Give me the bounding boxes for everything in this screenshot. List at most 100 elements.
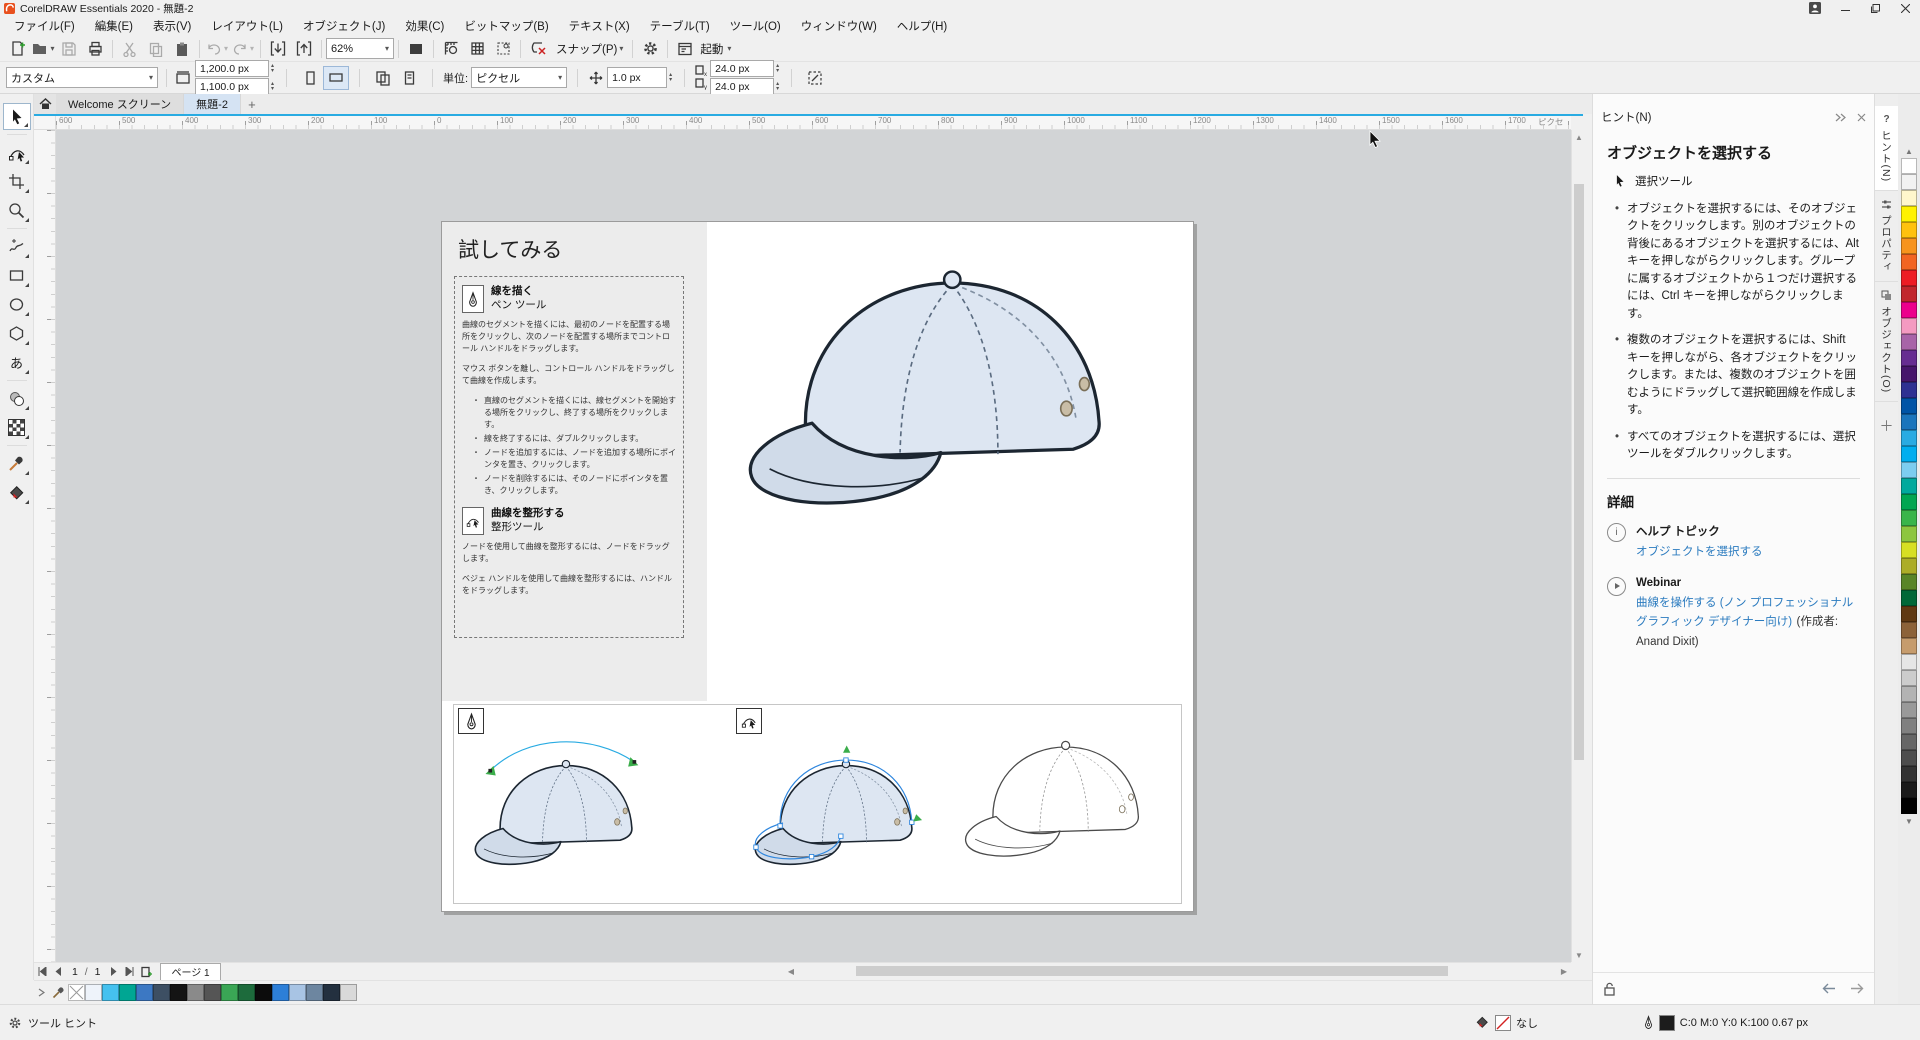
menu-layout[interactable]: レイアウト(L) [201, 16, 293, 36]
color-swatch[interactable] [323, 984, 340, 1001]
menu-tools[interactable]: ツール(O) [720, 16, 791, 36]
color-swatch[interactable] [102, 984, 119, 1001]
snap-off-icon[interactable] [525, 37, 551, 61]
menu-help[interactable]: ヘルプ(H) [887, 16, 957, 36]
color-swatch[interactable] [340, 984, 357, 1001]
color-swatch[interactable] [1901, 222, 1917, 238]
color-swatch[interactable] [1901, 318, 1917, 334]
copy-icon[interactable] [143, 37, 169, 61]
horizontal-scroll-thumb[interactable] [856, 966, 1448, 976]
launch-label[interactable]: 起動 [700, 41, 723, 57]
new-tab-icon[interactable]: + [241, 94, 263, 114]
scroll-right-icon[interactable]: ▶ [1557, 964, 1571, 978]
crop-tool[interactable] [3, 168, 31, 195]
pick-tool[interactable] [3, 103, 31, 130]
menu-edit[interactable]: 編集(E) [85, 16, 143, 36]
color-swatch[interactable] [1901, 702, 1917, 718]
tab-welcome-screen[interactable]: Welcome スクリーン [56, 94, 184, 114]
canvas-workspace[interactable]: 試してみる 線を描く ペン ツール 曲線のセグメントを描くには、最初のノードを配… [56, 130, 1571, 962]
text-tool[interactable]: あ [3, 349, 31, 376]
horizontal-ruler[interactable]: ピクセル 60050040030020010001002003004005006… [56, 116, 1571, 130]
color-swatch[interactable] [153, 984, 170, 1001]
add-docker-icon[interactable]: ＋ [1880, 416, 1894, 436]
menu-object[interactable]: オブジェクト(J) [293, 16, 395, 36]
color-swatch[interactable] [1901, 750, 1917, 766]
color-swatch[interactable] [1901, 382, 1917, 398]
color-swatch[interactable] [1901, 606, 1917, 622]
nudge-spinner[interactable]: ▴▾ [667, 73, 674, 83]
collapse-panel-icon[interactable] [1835, 113, 1847, 122]
save-icon[interactable] [56, 37, 82, 61]
color-swatch[interactable] [1901, 670, 1917, 686]
color-swatch[interactable] [1901, 158, 1917, 174]
portrait-icon[interactable] [297, 66, 323, 90]
color-swatch[interactable] [1901, 526, 1917, 542]
color-swatch[interactable] [1901, 798, 1917, 814]
horizontal-scrollbar[interactable]: ◀ ▶ [784, 964, 1571, 978]
first-page-icon[interactable] [34, 964, 50, 980]
color-swatch[interactable] [170, 984, 187, 1001]
color-swatch[interactable] [1901, 366, 1917, 382]
options-gear-icon[interactable] [637, 37, 663, 61]
color-swatch[interactable] [1901, 510, 1917, 526]
color-swatch[interactable] [1901, 206, 1917, 222]
duplicate-y-spinner[interactable]: ▴▾ [774, 82, 781, 92]
color-swatch[interactable] [1901, 174, 1917, 190]
eyedropper-tool[interactable] [3, 450, 31, 477]
show-rulers-icon[interactable] [438, 37, 464, 61]
hint-forward-icon[interactable] [1850, 983, 1864, 994]
color-swatch[interactable] [255, 984, 272, 1001]
no-color-swatch[interactable] [68, 984, 85, 1001]
color-swatch[interactable] [1901, 414, 1917, 430]
page-1-tab[interactable]: ページ 1 [160, 963, 220, 981]
docker-tab-hints[interactable]: ? ヒント(N) [1875, 106, 1898, 191]
cut-icon[interactable] [117, 37, 143, 61]
docker-tab-objects[interactable]: オブジェクト(O) [1875, 282, 1898, 402]
docker-tab-properties[interactable]: プロパティ [1875, 191, 1898, 282]
color-swatch[interactable] [1901, 590, 1917, 606]
color-swatch[interactable] [85, 984, 102, 1001]
close-panel-icon[interactable] [1857, 113, 1866, 122]
snap-menu[interactable]: スナップ(P)▾ [551, 37, 628, 61]
transparency-tool[interactable] [3, 414, 31, 441]
color-swatch[interactable] [1901, 302, 1917, 318]
shape-tool[interactable] [3, 139, 31, 166]
color-swatch[interactable] [1901, 686, 1917, 702]
export-icon[interactable] [291, 37, 317, 61]
hint-back-icon[interactable] [1822, 983, 1836, 994]
color-swatch[interactable] [204, 984, 221, 1001]
color-swatch[interactable] [1901, 494, 1917, 510]
vertical-scrollbar[interactable]: ▲ ▼ [1571, 130, 1585, 962]
color-swatch[interactable] [306, 984, 323, 1001]
palette-scroll-up-icon[interactable]: ▲ [1898, 144, 1920, 158]
color-swatch[interactable] [1901, 782, 1917, 798]
color-swatch[interactable] [238, 984, 255, 1001]
ruler-origin-box[interactable] [34, 116, 56, 130]
paste-icon[interactable] [169, 37, 195, 61]
color-swatch[interactable] [221, 984, 238, 1001]
color-swatch[interactable] [1901, 638, 1917, 654]
duplicate-x-field[interactable]: 24.0 px [710, 60, 774, 77]
color-swatch[interactable] [1901, 766, 1917, 782]
fill-none-swatch[interactable] [1495, 1015, 1511, 1031]
color-swatch[interactable] [1901, 654, 1917, 670]
zoom-tool[interactable] [3, 197, 31, 224]
color-swatch[interactable] [1901, 254, 1917, 270]
color-swatch[interactable] [1901, 574, 1917, 590]
page-width-field[interactable]: 1,200.0 px [195, 60, 269, 77]
color-swatch[interactable] [1901, 718, 1917, 734]
rectangle-tool[interactable] [3, 262, 31, 289]
scroll-left-icon[interactable]: ◀ [784, 964, 798, 978]
color-swatch[interactable] [1901, 542, 1917, 558]
duplicate-x-spinner[interactable]: ▴▾ [774, 64, 781, 74]
menu-table[interactable]: テーブル(T) [640, 16, 720, 36]
help-topic-link[interactable]: オブジェクトを選択する [1636, 543, 1763, 561]
tab-untitled-2[interactable]: 無題-2 [184, 94, 241, 114]
ellipse-tool[interactable] [3, 291, 31, 318]
fullscreen-preview-icon[interactable] [403, 37, 429, 61]
status-gear-icon[interactable] [8, 1016, 22, 1030]
menu-bitmaps[interactable]: ビットマップ(B) [454, 16, 558, 36]
vertical-ruler[interactable] [34, 130, 56, 962]
color-swatch[interactable] [1901, 238, 1917, 254]
show-grid-icon[interactable] [464, 37, 490, 61]
